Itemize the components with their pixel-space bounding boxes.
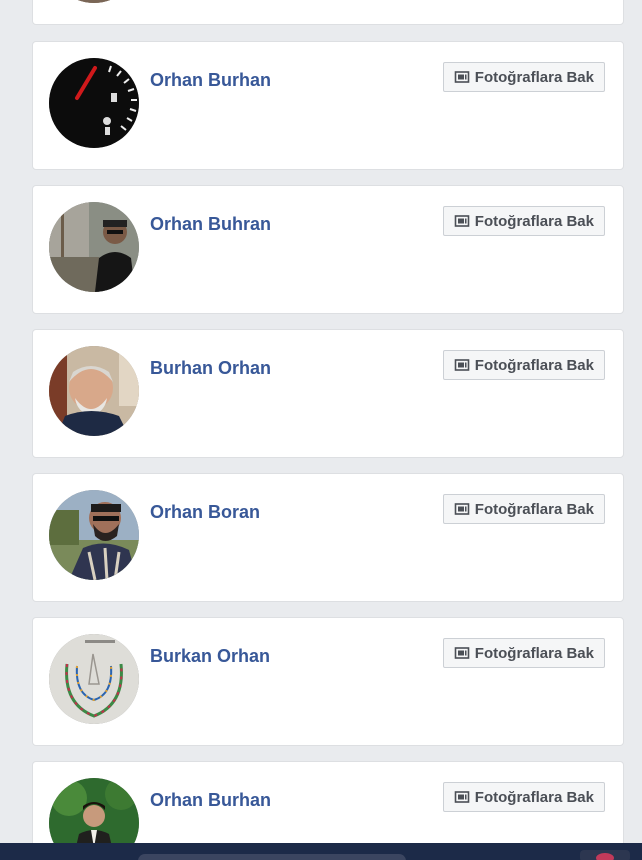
view-photos-button[interactable]: Fotoğraflara Bak (442, 62, 605, 92)
view-photos-label: Fotoğraflara Bak (474, 788, 594, 806)
view-photos-button[interactable]: Fotoğraflara Bak (442, 638, 605, 668)
view-photos-label: Fotoğraflara Bak (474, 644, 594, 662)
photos-icon (454, 69, 470, 85)
beaded-necklace-avatar-image (49, 634, 139, 724)
view-photos-label: Fotoğraflara Bak (474, 68, 594, 86)
view-photos-button[interactable]: Fotoğraflara Bak (442, 494, 605, 524)
profile-name-link[interactable]: Burkan Orhan (150, 646, 270, 667)
profile-avatar[interactable] (49, 202, 139, 292)
photos-icon (454, 645, 470, 661)
result-card: Orhan Boran Fotoğraflara Bak (32, 473, 624, 602)
smiling-older-man-avatar-image (49, 346, 139, 436)
result-card: Burkan Orhan Fotoğraflara Bak (32, 617, 624, 746)
photos-icon (454, 213, 470, 229)
profile-avatar[interactable] (49, 0, 139, 3)
taskbar (0, 843, 642, 860)
view-photos-label: Fotoğraflara Bak (474, 356, 594, 374)
view-photos-button[interactable]: Fotoğraflara Bak (442, 206, 605, 236)
profile-name-link[interactable]: Orhan Burhan (150, 70, 271, 91)
view-photos-label: Fotoğraflara Bak (474, 212, 594, 230)
profile-avatar[interactable] (49, 346, 139, 436)
photos-icon (454, 357, 470, 373)
result-card: Orhan Buhran Fotoğraflara Bak (32, 185, 624, 314)
view-photos-label: Fotoğraflara Bak (474, 500, 594, 518)
result-card: Orhan Burhan Fotoğraflara Bak (32, 41, 624, 170)
view-photos-button[interactable]: Fotoğraflara Bak (442, 782, 605, 812)
profile-name-link[interactable]: Orhan Boran (150, 502, 260, 523)
profile-name-link[interactable]: Burhan Orhan (150, 358, 271, 379)
photos-icon (454, 789, 470, 805)
profile-avatar[interactable] (49, 634, 139, 724)
profile-name-link[interactable]: Orhan Burhan (150, 790, 271, 811)
view-photos-button[interactable]: Fotoğraflara Bak (442, 350, 605, 380)
profile-name-link[interactable]: Orhan Buhran (150, 214, 271, 235)
man-sunglasses-cap-avatar-image (49, 202, 139, 292)
profile-avatar[interactable] (49, 58, 139, 148)
taskbar-app-icon (596, 853, 614, 860)
speedometer-avatar-image (49, 58, 139, 148)
search-results-page: Orhan Burhan Fotoğraflara Bak Orhan Buhr… (0, 0, 642, 860)
avatar-image (49, 0, 139, 3)
man-sunglasses-outdoor-avatar-image (49, 490, 139, 580)
result-card: Burhan Orhan Fotoğraflara Bak (32, 329, 624, 458)
result-card (32, 0, 624, 25)
taskbar-search-box[interactable] (138, 854, 406, 860)
photos-icon (454, 501, 470, 517)
profile-avatar[interactable] (49, 490, 139, 580)
